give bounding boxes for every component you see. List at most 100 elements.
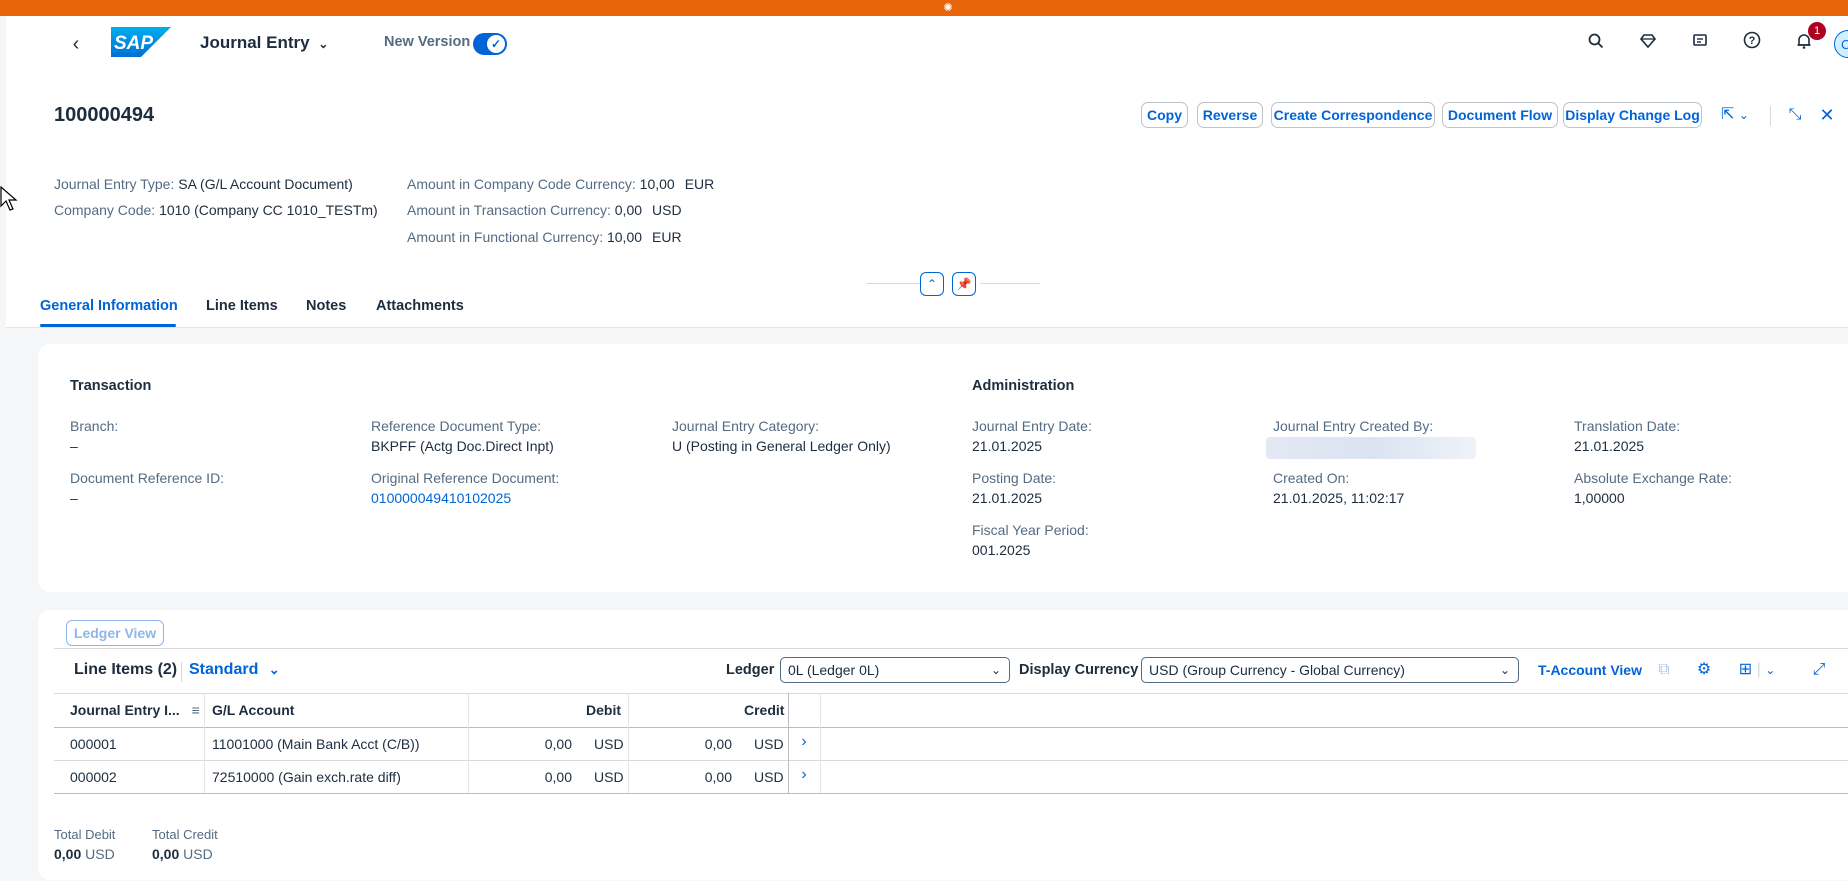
column-header-debit[interactable]: Debit: [586, 702, 621, 718]
display-currency-label: Display Currency: [1019, 662, 1139, 678]
pin-header-button[interactable]: 📌: [952, 272, 976, 296]
chevron-down-icon: ⌄: [318, 37, 329, 51]
fiscal-year-period-value: 001.2025: [972, 542, 1031, 558]
column-header-item[interactable]: Journal Entry I... ≡: [70, 702, 200, 718]
created-on-value: 21.01.2025, 11:02:17: [1273, 490, 1405, 506]
share-menu-button[interactable]: ⇱ ⌄: [1712, 101, 1758, 129]
notes-icon[interactable]: [1686, 30, 1714, 58]
general-information-card: [38, 344, 1848, 592]
ledger-select[interactable]: 0L (Ledger 0L) ⌄: [780, 657, 1010, 683]
divider: [54, 793, 1848, 794]
row-1-navigation-icon[interactable]: ›: [796, 733, 812, 751]
original-reference-link[interactable]: 010000049410102025: [371, 490, 511, 506]
share-icon: ⇱: [1721, 106, 1735, 123]
posting-date-label: Posting Date:: [972, 470, 1057, 486]
absolute-exchange-rate-value: 1,00000: [1574, 490, 1625, 506]
joule-icon[interactable]: ✺: [941, 1, 955, 15]
variant-selector[interactable]: Standard ⌄: [189, 661, 280, 679]
help-icon[interactable]: ?: [1738, 30, 1766, 58]
ledger-label: Ledger: [726, 662, 775, 678]
column-header-gl-account[interactable]: G/L Account: [212, 702, 294, 718]
divider: [820, 693, 821, 793]
ledger-view-button[interactable]: Ledger View: [66, 620, 164, 646]
tab-notes[interactable]: Notes: [306, 298, 346, 314]
divider: [468, 693, 469, 793]
row-1-debit-currency: USD: [594, 736, 624, 752]
export-icon: ⊞: [1738, 661, 1753, 678]
chevron-down-icon: ⌄: [1765, 663, 1776, 677]
fiscal-year-period-label: Fiscal Year Period:: [972, 522, 1089, 538]
total-credit-unit: USD: [183, 846, 213, 862]
divider: [628, 693, 629, 793]
amount-tc-unit: USD: [652, 202, 682, 218]
chevron-down-icon: ⌄: [268, 662, 280, 677]
tab-general-information[interactable]: General Information: [40, 298, 178, 314]
t-account-view-button[interactable]: T-Account View: [1538, 662, 1642, 678]
create-correspondence-button[interactable]: Create Correspondence: [1271, 102, 1435, 128]
check-icon: ✓: [487, 35, 505, 53]
translation-date-label: Translation Date:: [1574, 418, 1681, 434]
new-version-label: New Version: [384, 34, 471, 50]
row-2-debit-currency: USD: [594, 769, 624, 785]
exit-fullscreen-icon[interactable]: ⤡: [1781, 101, 1809, 129]
top-strip: ✺: [0, 0, 1848, 16]
journal-entry-type-value: SA (G/L Account Document): [178, 176, 353, 192]
company-code-field: Company Code: 1010 (Company CC 1010_TEST…: [54, 202, 378, 218]
sap-logo[interactable]: SAP: [111, 27, 171, 57]
total-credit-field: 0,00 USD: [152, 846, 213, 862]
absolute-exchange-rate-label: Absolute Exchange Rate:: [1574, 470, 1732, 486]
divider: [1770, 106, 1771, 126]
created-by-label: Journal Entry Created By:: [1273, 418, 1434, 434]
divider: [866, 283, 926, 284]
settings-icon[interactable]: ⚙: [1690, 656, 1718, 684]
amount-tc-value: 0,00: [614, 202, 643, 218]
divider: [204, 693, 205, 793]
tabs-border: [6, 327, 1848, 328]
search-icon[interactable]: [1582, 30, 1610, 58]
notification-badge: 1: [1808, 22, 1826, 40]
back-icon[interactable]: ‹: [62, 30, 90, 58]
row-1-account-link[interactable]: 11001000 (Main Bank Acct (C/B)): [212, 736, 420, 752]
row-2-account-link[interactable]: 72510000 (Gain exch.rate diff): [212, 769, 401, 785]
total-credit-value: 0,00: [152, 846, 180, 862]
row-1-credit-currency: USD: [754, 736, 784, 752]
amount-cc-value: 10,00: [639, 176, 675, 192]
copy-button[interactable]: Copy: [1141, 102, 1188, 128]
export-menu-button[interactable]: ⊞ | ⌄: [1730, 656, 1784, 684]
amount-fc-unit: EUR: [652, 229, 682, 245]
left-gutter: [0, 16, 6, 881]
active-tab-indicator: [40, 324, 176, 327]
posting-date-value: 21.01.2025: [972, 490, 1043, 506]
reference-document-type-label: Reference Document Type:: [371, 418, 542, 434]
row-1-item: 000001: [70, 736, 117, 752]
journal-entry-category-value: U (Posting in General Ledger Only): [672, 438, 891, 454]
app-title-menu[interactable]: Journal Entry ⌄: [200, 33, 328, 53]
collapse-header-button[interactable]: ⌃: [920, 272, 944, 296]
branch-value: –: [70, 438, 78, 454]
fullscreen-icon[interactable]: ⤢: [1805, 656, 1833, 684]
app-title: Journal Entry: [200, 33, 310, 52]
diamond-icon[interactable]: [1634, 30, 1662, 58]
row-2-navigation-icon[interactable]: ›: [796, 766, 812, 784]
total-debit-value: 0,00: [54, 846, 82, 862]
total-debit-label: Total Debit: [54, 827, 116, 842]
close-icon[interactable]: ✕: [1813, 101, 1841, 129]
display-currency-select[interactable]: USD (Group Currency - Global Currency) ⌄: [1141, 657, 1519, 683]
company-code-value: 1010 (Company CC 1010_TESTm): [159, 202, 378, 218]
new-version-toggle[interactable]: ✓: [473, 33, 507, 55]
sort-icon: ≡: [191, 702, 200, 718]
svg-text:?: ?: [1749, 35, 1756, 47]
branch-label: Branch:: [70, 418, 119, 434]
display-currency-value: USD (Group Currency - Global Currency): [1149, 662, 1405, 678]
administration-heading: Administration: [972, 378, 1075, 394]
divider: [54, 727, 1848, 728]
tab-attachments[interactable]: Attachments: [376, 298, 464, 314]
copy-icon[interactable]: ⧉: [1650, 656, 1678, 684]
document-flow-button[interactable]: Document Flow: [1442, 102, 1558, 128]
row-1-debit: 0,00: [544, 736, 572, 752]
reverse-button[interactable]: Reverse: [1197, 102, 1263, 128]
amount-fc-value: 10,00: [606, 229, 643, 245]
column-header-credit[interactable]: Credit: [744, 702, 784, 718]
tab-line-items[interactable]: Line Items: [206, 298, 278, 314]
display-change-log-button[interactable]: Display Change Log: [1563, 102, 1702, 128]
